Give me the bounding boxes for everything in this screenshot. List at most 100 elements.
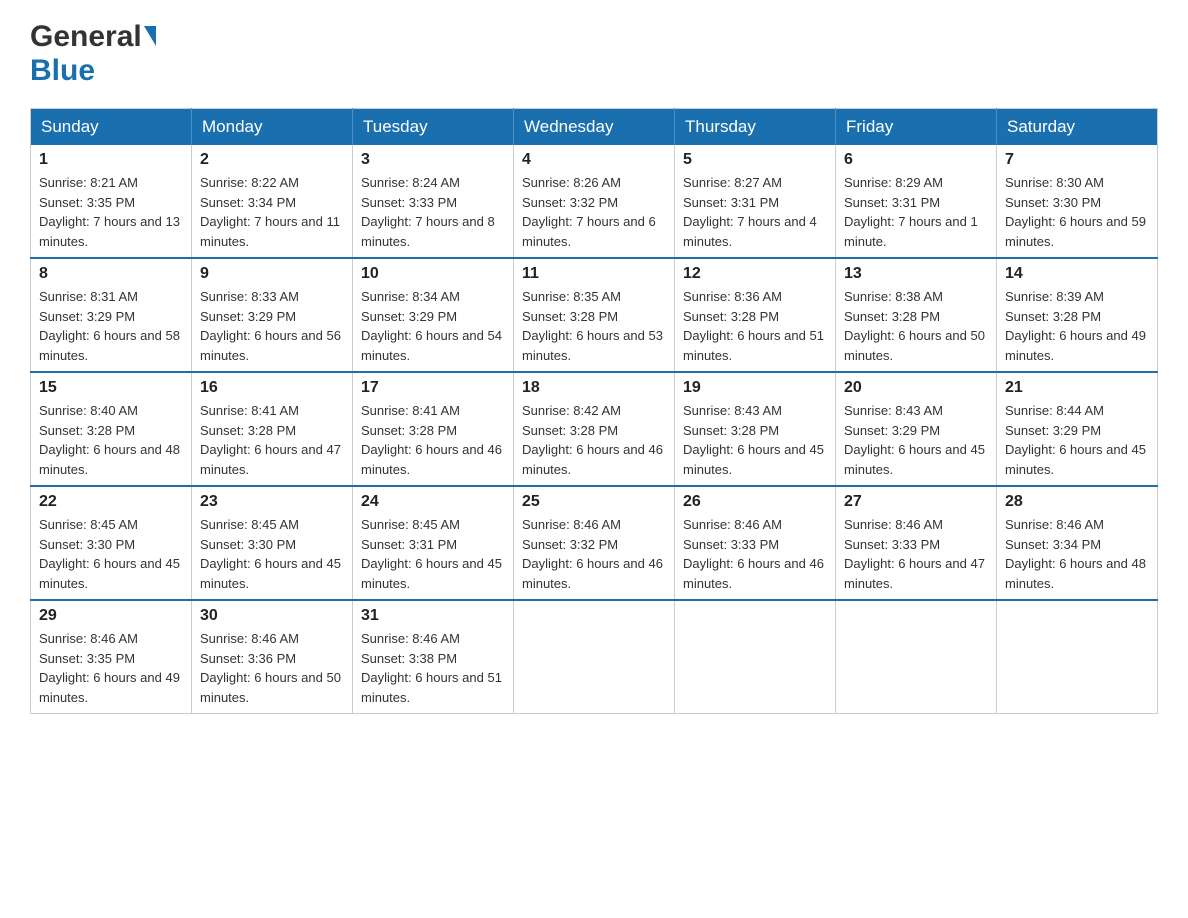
day-number: 21 — [1005, 379, 1149, 397]
logo-blue-text: Blue — [30, 54, 95, 87]
calendar-cell — [836, 600, 997, 714]
calendar-cell — [675, 600, 836, 714]
day-number: 27 — [844, 493, 988, 511]
day-number: 29 — [39, 607, 183, 625]
day-info: Sunrise: 8:39 AM Sunset: 3:28 PM Dayligh… — [1005, 287, 1149, 365]
calendar-cell — [997, 600, 1158, 714]
day-number: 28 — [1005, 493, 1149, 511]
weekday-header-tuesday: Tuesday — [353, 109, 514, 146]
calendar-cell: 21 Sunrise: 8:44 AM Sunset: 3:29 PM Dayl… — [997, 372, 1158, 486]
day-info: Sunrise: 8:21 AM Sunset: 3:35 PM Dayligh… — [39, 173, 183, 251]
calendar-cell: 3 Sunrise: 8:24 AM Sunset: 3:33 PM Dayli… — [353, 145, 514, 258]
week-row-1: 1 Sunrise: 8:21 AM Sunset: 3:35 PM Dayli… — [31, 145, 1158, 258]
calendar-cell: 12 Sunrise: 8:36 AM Sunset: 3:28 PM Dayl… — [675, 258, 836, 372]
day-info: Sunrise: 8:45 AM Sunset: 3:30 PM Dayligh… — [39, 515, 183, 593]
day-number: 3 — [361, 151, 505, 169]
weekday-header-thursday: Thursday — [675, 109, 836, 146]
day-number: 7 — [1005, 151, 1149, 169]
calendar-cell: 26 Sunrise: 8:46 AM Sunset: 3:33 PM Dayl… — [675, 486, 836, 600]
calendar-cell: 6 Sunrise: 8:29 AM Sunset: 3:31 PM Dayli… — [836, 145, 997, 258]
calendar-cell — [514, 600, 675, 714]
calendar-cell: 28 Sunrise: 8:46 AM Sunset: 3:34 PM Dayl… — [997, 486, 1158, 600]
calendar-cell: 29 Sunrise: 8:46 AM Sunset: 3:35 PM Dayl… — [31, 600, 192, 714]
weekday-header-wednesday: Wednesday — [514, 109, 675, 146]
day-info: Sunrise: 8:24 AM Sunset: 3:33 PM Dayligh… — [361, 173, 505, 251]
weekday-header-sunday: Sunday — [31, 109, 192, 146]
day-info: Sunrise: 8:41 AM Sunset: 3:28 PM Dayligh… — [361, 401, 505, 479]
day-info: Sunrise: 8:26 AM Sunset: 3:32 PM Dayligh… — [522, 173, 666, 251]
day-number: 25 — [522, 493, 666, 511]
day-number: 14 — [1005, 265, 1149, 283]
calendar-cell: 8 Sunrise: 8:31 AM Sunset: 3:29 PM Dayli… — [31, 258, 192, 372]
day-number: 18 — [522, 379, 666, 397]
day-info: Sunrise: 8:38 AM Sunset: 3:28 PM Dayligh… — [844, 287, 988, 365]
day-number: 5 — [683, 151, 827, 169]
day-number: 9 — [200, 265, 344, 283]
day-number: 22 — [39, 493, 183, 511]
weekday-header-friday: Friday — [836, 109, 997, 146]
day-info: Sunrise: 8:42 AM Sunset: 3:28 PM Dayligh… — [522, 401, 666, 479]
calendar-cell: 2 Sunrise: 8:22 AM Sunset: 3:34 PM Dayli… — [192, 145, 353, 258]
day-info: Sunrise: 8:46 AM Sunset: 3:35 PM Dayligh… — [39, 629, 183, 707]
day-info: Sunrise: 8:46 AM Sunset: 3:33 PM Dayligh… — [844, 515, 988, 593]
calendar-cell: 7 Sunrise: 8:30 AM Sunset: 3:30 PM Dayli… — [997, 145, 1158, 258]
page-header: General Blue — [30, 20, 1158, 88]
calendar-cell: 13 Sunrise: 8:38 AM Sunset: 3:28 PM Dayl… — [836, 258, 997, 372]
logo-triangle-icon — [144, 26, 156, 46]
calendar-cell: 10 Sunrise: 8:34 AM Sunset: 3:29 PM Dayl… — [353, 258, 514, 372]
day-number: 2 — [200, 151, 344, 169]
calendar-cell: 5 Sunrise: 8:27 AM Sunset: 3:31 PM Dayli… — [675, 145, 836, 258]
calendar-table: SundayMondayTuesdayWednesdayThursdayFrid… — [30, 108, 1158, 714]
day-info: Sunrise: 8:45 AM Sunset: 3:31 PM Dayligh… — [361, 515, 505, 593]
day-number: 17 — [361, 379, 505, 397]
day-number: 24 — [361, 493, 505, 511]
logo: General Blue — [30, 20, 156, 88]
calendar-cell: 14 Sunrise: 8:39 AM Sunset: 3:28 PM Dayl… — [997, 258, 1158, 372]
day-info: Sunrise: 8:43 AM Sunset: 3:28 PM Dayligh… — [683, 401, 827, 479]
day-number: 31 — [361, 607, 505, 625]
day-info: Sunrise: 8:41 AM Sunset: 3:28 PM Dayligh… — [200, 401, 344, 479]
logo-general-text: General — [30, 20, 142, 54]
day-info: Sunrise: 8:46 AM Sunset: 3:38 PM Dayligh… — [361, 629, 505, 707]
calendar-cell: 16 Sunrise: 8:41 AM Sunset: 3:28 PM Dayl… — [192, 372, 353, 486]
day-number: 10 — [361, 265, 505, 283]
calendar-cell: 9 Sunrise: 8:33 AM Sunset: 3:29 PM Dayli… — [192, 258, 353, 372]
day-info: Sunrise: 8:46 AM Sunset: 3:36 PM Dayligh… — [200, 629, 344, 707]
calendar-cell: 24 Sunrise: 8:45 AM Sunset: 3:31 PM Dayl… — [353, 486, 514, 600]
calendar-cell: 11 Sunrise: 8:35 AM Sunset: 3:28 PM Dayl… — [514, 258, 675, 372]
calendar-cell: 25 Sunrise: 8:46 AM Sunset: 3:32 PM Dayl… — [514, 486, 675, 600]
calendar-cell: 4 Sunrise: 8:26 AM Sunset: 3:32 PM Dayli… — [514, 145, 675, 258]
day-info: Sunrise: 8:29 AM Sunset: 3:31 PM Dayligh… — [844, 173, 988, 251]
day-number: 1 — [39, 151, 183, 169]
day-info: Sunrise: 8:44 AM Sunset: 3:29 PM Dayligh… — [1005, 401, 1149, 479]
day-info: Sunrise: 8:30 AM Sunset: 3:30 PM Dayligh… — [1005, 173, 1149, 251]
calendar-cell: 1 Sunrise: 8:21 AM Sunset: 3:35 PM Dayli… — [31, 145, 192, 258]
day-number: 13 — [844, 265, 988, 283]
calendar-cell: 22 Sunrise: 8:45 AM Sunset: 3:30 PM Dayl… — [31, 486, 192, 600]
day-info: Sunrise: 8:22 AM Sunset: 3:34 PM Dayligh… — [200, 173, 344, 251]
day-info: Sunrise: 8:36 AM Sunset: 3:28 PM Dayligh… — [683, 287, 827, 365]
calendar-cell: 27 Sunrise: 8:46 AM Sunset: 3:33 PM Dayl… — [836, 486, 997, 600]
calendar-cell: 19 Sunrise: 8:43 AM Sunset: 3:28 PM Dayl… — [675, 372, 836, 486]
day-number: 23 — [200, 493, 344, 511]
calendar-cell: 30 Sunrise: 8:46 AM Sunset: 3:36 PM Dayl… — [192, 600, 353, 714]
day-info: Sunrise: 8:27 AM Sunset: 3:31 PM Dayligh… — [683, 173, 827, 251]
day-number: 6 — [844, 151, 988, 169]
calendar-cell: 18 Sunrise: 8:42 AM Sunset: 3:28 PM Dayl… — [514, 372, 675, 486]
day-number: 19 — [683, 379, 827, 397]
day-info: Sunrise: 8:40 AM Sunset: 3:28 PM Dayligh… — [39, 401, 183, 479]
day-number: 26 — [683, 493, 827, 511]
day-info: Sunrise: 8:33 AM Sunset: 3:29 PM Dayligh… — [200, 287, 344, 365]
day-number: 11 — [522, 265, 666, 283]
day-info: Sunrise: 8:46 AM Sunset: 3:32 PM Dayligh… — [522, 515, 666, 593]
week-row-2: 8 Sunrise: 8:31 AM Sunset: 3:29 PM Dayli… — [31, 258, 1158, 372]
day-number: 4 — [522, 151, 666, 169]
day-number: 16 — [200, 379, 344, 397]
weekday-header-row: SundayMondayTuesdayWednesdayThursdayFrid… — [31, 109, 1158, 146]
calendar-cell: 17 Sunrise: 8:41 AM Sunset: 3:28 PM Dayl… — [353, 372, 514, 486]
weekday-header-monday: Monday — [192, 109, 353, 146]
day-number: 30 — [200, 607, 344, 625]
calendar-cell: 31 Sunrise: 8:46 AM Sunset: 3:38 PM Dayl… — [353, 600, 514, 714]
calendar-cell: 23 Sunrise: 8:45 AM Sunset: 3:30 PM Dayl… — [192, 486, 353, 600]
day-info: Sunrise: 8:46 AM Sunset: 3:34 PM Dayligh… — [1005, 515, 1149, 593]
